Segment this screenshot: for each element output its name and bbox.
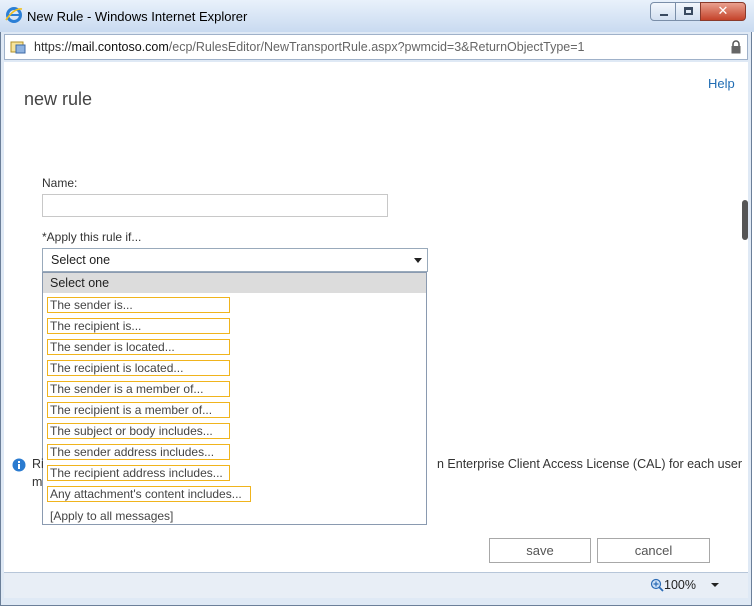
maximize-button[interactable] <box>675 2 701 21</box>
lock-icon[interactable] <box>731 40 741 54</box>
scrollbar-thumb[interactable] <box>742 200 748 240</box>
info-text-fragment: Ri <box>32 457 44 471</box>
address-bar[interactable]: https://mail.contoso.com/ecp/RulesEditor… <box>4 34 748 60</box>
dropdown-option[interactable]: The recipient address includes... <box>47 465 230 481</box>
dropdown-option[interactable]: The recipient is a member of... <box>47 402 230 418</box>
zoom-level[interactable]: 100% <box>664 578 696 592</box>
page-icon <box>10 41 26 54</box>
dropdown-option[interactable]: The sender is located... <box>47 339 230 355</box>
maximize-icon <box>684 7 693 15</box>
zoom-dropdown-icon[interactable] <box>711 581 719 589</box>
page-content: Help new rule Name: *Apply this rule if.… <box>4 62 748 572</box>
condition-dropdown-list: Select one The sender is... The recipien… <box>42 272 427 525</box>
cancel-button[interactable]: cancel <box>597 538 710 563</box>
dropdown-option-selected[interactable]: Select one <box>43 273 426 293</box>
dropdown-option-apply-all[interactable]: [Apply to all messages] <box>50 509 173 523</box>
info-icon <box>12 458 26 472</box>
url-domain: mail.contoso.com <box>71 40 169 54</box>
dropdown-option[interactable]: The sender address includes... <box>47 444 230 460</box>
window-title: New Rule - Windows Internet Explorer <box>27 9 248 24</box>
minimize-icon <box>660 14 668 16</box>
apply-rule-label: *Apply this rule if... <box>42 230 142 244</box>
dropdown-option[interactable]: Any attachment's content includes... <box>47 486 251 502</box>
dropdown-option-label: Select one <box>50 276 110 290</box>
url-protocol: https:// <box>34 40 72 54</box>
dropdown-option[interactable]: The recipient is located... <box>47 360 230 376</box>
title-bar: New Rule - Windows Internet Explorer ✕ <box>0 0 754 32</box>
page-title: new rule <box>24 89 93 109</box>
save-button[interactable]: save <box>489 538 591 563</box>
dropdown-option[interactable]: The recipient is... <box>47 318 230 334</box>
dropdown-option[interactable]: The sender is a member of... <box>47 381 230 397</box>
minimize-button[interactable] <box>650 2 676 21</box>
condition-select[interactable]: Select one <box>42 248 428 272</box>
close-button[interactable]: ✕ <box>700 2 746 21</box>
name-label: Name: <box>42 176 78 190</box>
info-text-fragment: m <box>32 475 43 489</box>
url-text[interactable]: https://mail.contoso.com/ecp/RulesEditor… <box>34 40 585 54</box>
help-link[interactable]: Help <box>708 76 735 91</box>
dropdown-arrow-icon[interactable] <box>411 252 425 268</box>
close-icon: ✕ <box>717 4 729 19</box>
select-value: Select one <box>51 253 111 267</box>
zoom-icon[interactable] <box>650 578 664 592</box>
window-controls: ✕ <box>650 2 746 21</box>
internet-explorer-icon <box>5 7 23 23</box>
info-text: n Enterprise Client Access License (CAL)… <box>437 457 742 471</box>
name-input[interactable] <box>42 194 388 217</box>
dropdown-option[interactable]: The subject or body includes... <box>47 423 230 439</box>
dropdown-option[interactable]: The sender is... <box>47 297 230 313</box>
status-bar: 100% <box>4 572 748 598</box>
url-path: /ecp/RulesEditor/NewTransportRule.aspx?p… <box>168 40 585 54</box>
